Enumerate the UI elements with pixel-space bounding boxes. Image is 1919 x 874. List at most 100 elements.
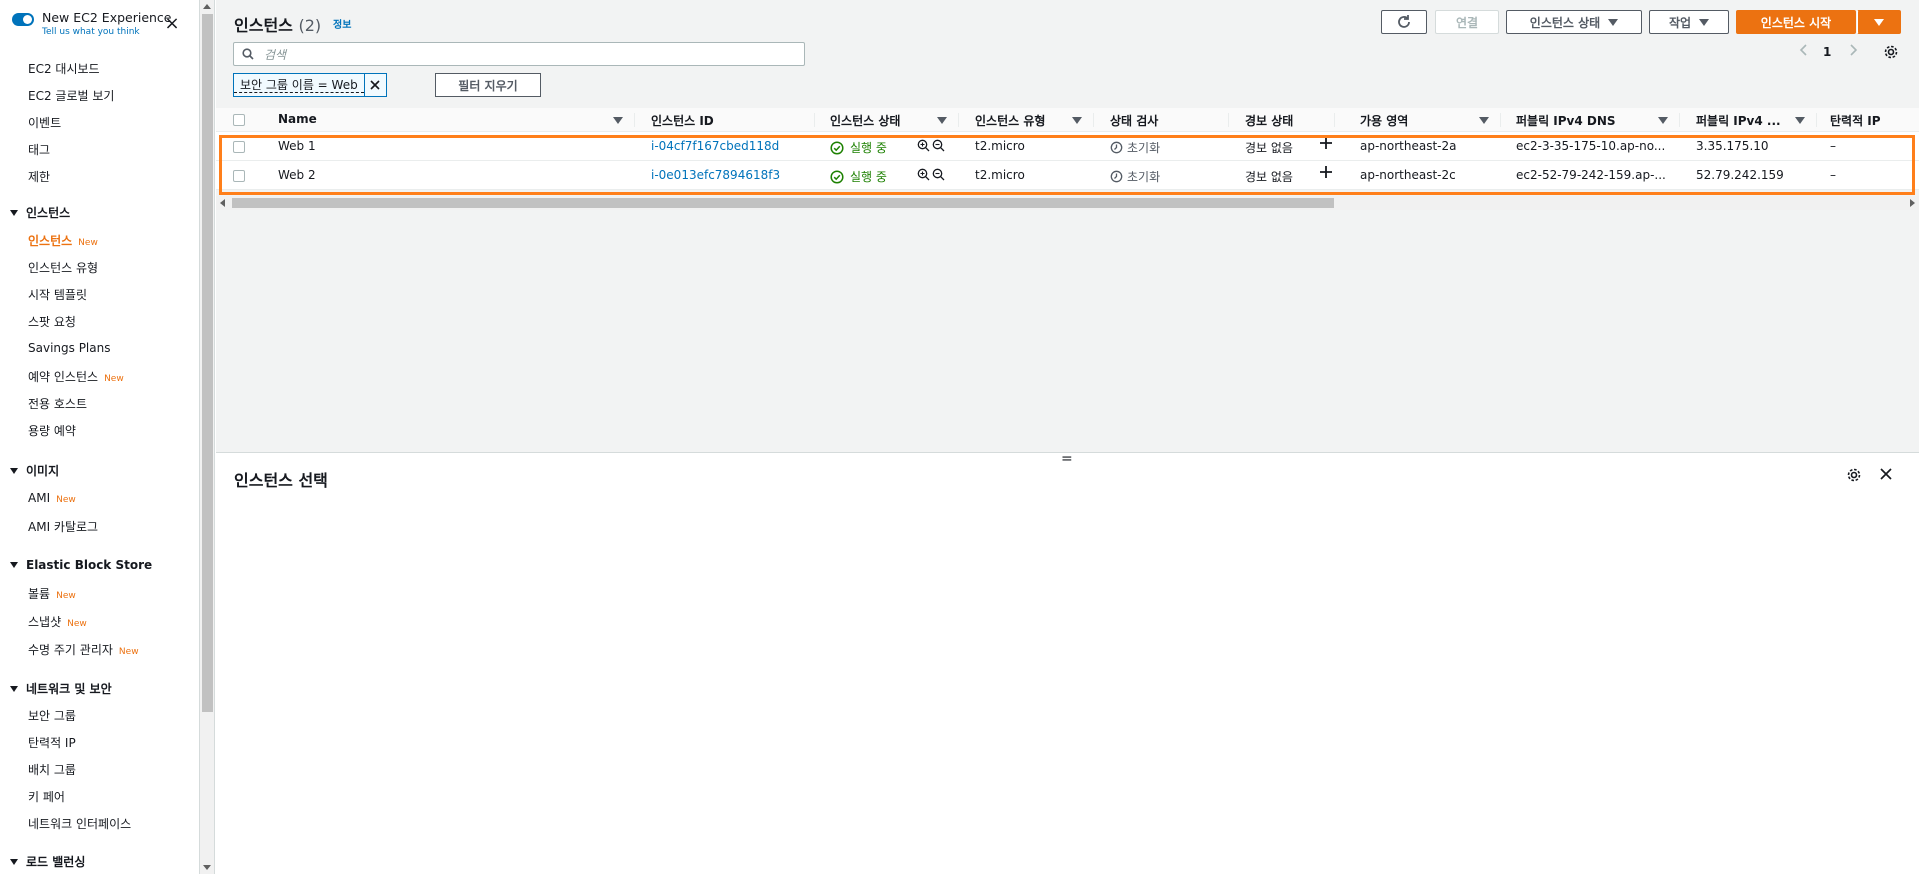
sort-icon[interactable] — [1072, 117, 1082, 124]
sidebar-item-tags[interactable]: 태그 — [28, 141, 50, 158]
scroll-down-icon[interactable] — [203, 865, 211, 870]
sidebar-section-instances[interactable]: 인스턴스 — [10, 204, 70, 221]
column-divider — [958, 113, 959, 127]
settings-icon[interactable] — [1846, 467, 1862, 486]
cell-public-dns: ec2-3-35-175-10.ap-no... — [1516, 139, 1666, 153]
instances-table: Name 인스턴스 ID 인스턴스 상태 인스턴스 유형 상태 검사 경보 상태 — [216, 108, 1919, 190]
refresh-button[interactable] — [1381, 10, 1427, 34]
split-panel-resize-handle[interactable]: = — [1061, 451, 1073, 467]
add-alarm-icon[interactable] — [1319, 165, 1333, 182]
column-header-name[interactable]: Name — [278, 112, 317, 126]
sort-icon[interactable] — [937, 117, 947, 124]
zoom-in-icon[interactable] — [917, 168, 930, 181]
sort-icon[interactable] — [613, 117, 623, 124]
sidebar-item-ami-catalog[interactable]: AMI 카탈로그 — [28, 518, 98, 535]
cell-instance-id[interactable]: i-04cf7f167cbed118d — [651, 139, 779, 153]
sidebar-item-placement-groups[interactable]: 배치 그룹 — [28, 761, 76, 778]
sidebar-section-images[interactable]: 이미지 — [10, 462, 59, 479]
sidebar-item-dedicated-hosts[interactable]: 전용 호스트 — [28, 395, 87, 412]
sidebar-item-limits[interactable]: 제한 — [28, 168, 50, 185]
column-divider — [1679, 113, 1680, 127]
sidebar-item-lifecycle-manager[interactable]: 수명 주기 관리자 New — [28, 641, 139, 658]
new-experience-toggle[interactable] — [12, 13, 34, 26]
sidebar-item-instance-types[interactable]: 인스턴스 유형 — [28, 259, 98, 276]
cell-status-check: 초기화 — [1110, 168, 1160, 185]
sort-icon[interactable] — [1479, 117, 1489, 124]
column-header-type[interactable]: 인스턴스 유형 — [975, 112, 1045, 129]
zoom-out-icon[interactable] — [932, 139, 945, 152]
connect-button[interactable]: 연결 — [1435, 10, 1499, 34]
page-number[interactable]: 1 — [1823, 45, 1831, 59]
sidebar-section-ebs[interactable]: Elastic Block Store — [10, 558, 152, 572]
sidebar-scroll-thumb[interactable] — [202, 14, 213, 712]
sidebar-item-ami[interactable]: AMI New — [28, 491, 76, 505]
sidebar-item-network-interfaces[interactable]: 네트워크 인터페이스 — [28, 815, 131, 832]
sidebar-item-elastic-ips[interactable]: 탄력적 IP — [28, 734, 76, 751]
row-checkbox[interactable] — [233, 170, 245, 182]
cell-instance-id[interactable]: i-0e013efc7894618f3 — [651, 168, 780, 182]
table-horizontal-scrollbar[interactable] — [216, 196, 1919, 210]
column-header-az[interactable]: 가용 영역 — [1360, 112, 1408, 129]
filter-chip[interactable]: 보안 그룹 이름 = Web — [233, 73, 387, 97]
launch-dropdown-button[interactable] — [1857, 10, 1901, 34]
search-input[interactable]: 검색 — [233, 42, 805, 66]
close-icon[interactable] — [1879, 467, 1893, 484]
sidebar-section-load-balancing[interactable]: 로드 밸런싱 — [10, 853, 85, 870]
scroll-up-icon[interactable] — [203, 4, 211, 9]
sort-icon[interactable] — [1795, 117, 1805, 124]
column-header-state[interactable]: 인스턴스 상태 — [830, 112, 900, 129]
sidebar-item-spot-requests[interactable]: 스팟 요청 — [28, 313, 76, 330]
zoom-in-icon[interactable] — [917, 139, 930, 152]
sidebar: New EC2 Experience Tell us what you thin… — [0, 0, 200, 874]
column-header-public-dns[interactable]: 퍼블릭 IPv4 DNS — [1516, 112, 1616, 129]
info-link[interactable]: 정보 — [333, 16, 351, 31]
clear-filters-button[interactable]: 필터 지우기 — [435, 73, 541, 97]
caret-down-icon — [10, 858, 18, 865]
scroll-right-icon[interactable] — [1910, 199, 1915, 207]
settings-icon[interactable] — [1883, 44, 1899, 64]
sidebar-item-reserved-instances[interactable]: 예약 인스턴스 New — [28, 368, 124, 385]
cell-name: Web 2 — [278, 168, 316, 182]
instance-state-dropdown[interactable]: 인스턴스 상태 — [1506, 10, 1642, 34]
remove-filter-icon[interactable] — [363, 74, 386, 96]
column-header-alarm[interactable]: 경보 상태 — [1245, 112, 1293, 129]
select-all-checkbox[interactable] — [233, 114, 245, 126]
column-header-status-check[interactable]: 상태 검사 — [1110, 112, 1158, 129]
close-icon[interactable]: × — [164, 15, 180, 33]
scroll-left-icon[interactable] — [220, 199, 225, 207]
next-page-icon[interactable] — [1848, 44, 1858, 60]
cell-state: 실행 중 — [830, 168, 887, 185]
column-divider — [1334, 113, 1335, 127]
sidebar-item-capacity-reservations[interactable]: 용량 예약 — [28, 422, 76, 439]
table-row[interactable]: Web 1 i-04cf7f167cbed118d 실행 중 t2.micro … — [216, 132, 1919, 161]
new-experience-title: New EC2 Experience — [42, 10, 172, 25]
column-header-elastic-ip[interactable]: 탄력적 IP — [1830, 112, 1881, 129]
sidebar-item-snapshots[interactable]: 스냅샷 New — [28, 613, 87, 630]
actions-dropdown[interactable]: 작업 — [1649, 10, 1729, 34]
sidebar-item-savings-plans[interactable]: Savings Plans — [28, 341, 110, 355]
sort-icon[interactable] — [1658, 117, 1668, 124]
sidebar-item-volumes[interactable]: 볼륨 New — [28, 585, 76, 602]
sidebar-item-launch-templates[interactable]: 시작 템플릿 — [28, 286, 87, 303]
column-header-instance-id[interactable]: 인스턴스 ID — [651, 112, 714, 129]
row-checkbox[interactable] — [233, 141, 245, 153]
table-row[interactable]: Web 2 i-0e013efc7894618f3 실행 중 t2.micro … — [216, 161, 1919, 190]
sidebar-item-dashboard[interactable]: EC2 대시보드 — [28, 60, 100, 77]
prev-page-icon[interactable] — [1799, 44, 1809, 60]
cell-elastic-ip: – — [1830, 139, 1836, 153]
column-header-public-ip[interactable]: 퍼블릭 IPv4 ... — [1696, 112, 1781, 129]
sidebar-scrollbar[interactable] — [200, 0, 215, 874]
feedback-link[interactable]: Tell us what you think — [42, 27, 172, 37]
sidebar-item-key-pairs[interactable]: 키 페어 — [28, 788, 65, 805]
sidebar-item-global-view[interactable]: EC2 글로벌 보기 — [28, 87, 114, 104]
sidebar-item-security-groups[interactable]: 보안 그룹 — [28, 707, 76, 724]
sidebar-section-network[interactable]: 네트워크 및 보안 — [10, 680, 112, 697]
table-scroll-thumb[interactable] — [232, 198, 1334, 208]
new-badge: New — [56, 495, 76, 505]
zoom-out-icon[interactable] — [932, 168, 945, 181]
sidebar-item-instances[interactable]: 인스턴스 New — [28, 232, 98, 249]
sidebar-item-events[interactable]: 이벤트 — [28, 114, 61, 131]
launch-instances-button[interactable]: 인스턴스 시작 — [1736, 10, 1856, 34]
column-divider — [1093, 113, 1094, 127]
add-alarm-icon[interactable] — [1319, 136, 1333, 153]
